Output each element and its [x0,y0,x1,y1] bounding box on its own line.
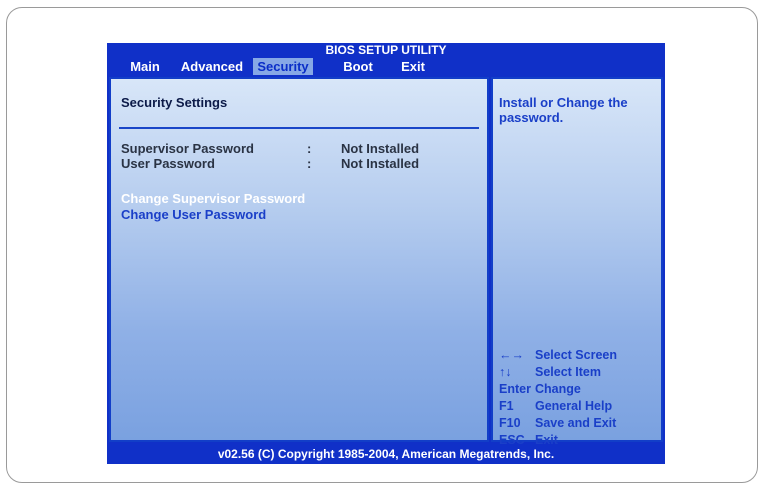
tab-main[interactable]: Main [121,58,169,75]
change-user-password-option[interactable]: Change User Password [121,207,266,222]
key-legend-row: Enter Change [497,381,663,398]
key-name: F1 [499,399,514,413]
help-text: Install or Change the password. [499,95,628,125]
bios-window: BIOS SETUP UTILITY Main Advanced Securit… [107,43,665,464]
help-panel: Install or Change the password. ←→ Selec… [491,77,663,447]
tab-bar: Main Advanced Security Boot Exit [107,58,665,75]
key-action: Select Screen [535,348,617,362]
key-name: Enter [499,382,531,396]
settings-panel: Security Settings Supervisor Password : … [109,77,489,442]
tab-advanced[interactable]: Advanced [173,58,251,75]
key-action: Save and Exit [535,416,617,430]
key-legend: ←→ Select Screen ↑↓ Select Item Enter Ch… [497,347,663,449]
status-separator: : [307,156,312,171]
status-separator: : [307,141,312,156]
status-label: Supervisor Password [121,141,254,156]
copyright-footer: v02.56 (C) Copyright 1985-2004, American… [217,447,555,461]
key-legend-row: ↑↓ Select Item [497,364,663,381]
key-legend-row: F1 General Help [497,398,663,415]
tab-exit[interactable]: Exit [395,58,431,75]
key-legend-row: F10 Save and Exit [497,415,663,432]
key-action: Change [535,382,581,396]
key-action: Select Item [535,365,602,379]
change-supervisor-password-option[interactable]: Change Supervisor Password [121,191,305,206]
status-value: Not Installed [341,156,420,171]
status-value: Not Installed [341,141,420,156]
bios-title: BIOS SETUP UTILITY [325,43,447,57]
key-action: General Help [535,399,613,413]
tab-security[interactable]: Security [253,58,313,75]
key-name: F10 [499,416,521,430]
status-label: User Password [121,156,215,171]
section-divider [119,127,479,129]
left-right-arrows-icon: ←→ [499,348,524,362]
key-legend-row: ←→ Select Screen [497,347,663,364]
section-title: Security Settings [121,95,228,110]
tab-boot[interactable]: Boot [335,58,381,75]
up-down-arrows-icon: ↑↓ [499,365,512,379]
